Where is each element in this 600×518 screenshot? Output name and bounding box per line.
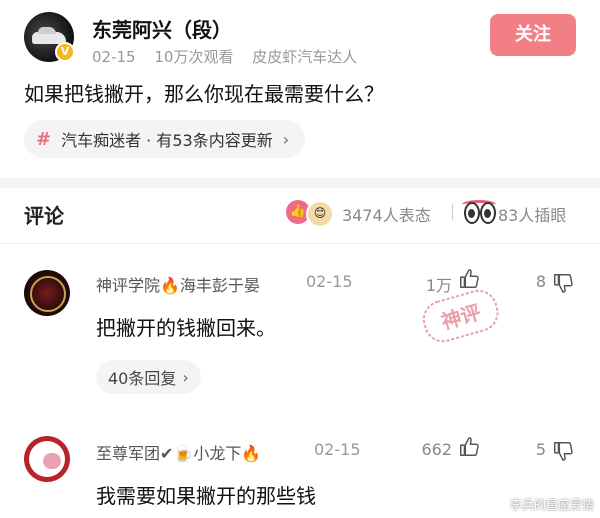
- watermark: 李兵的星座爱情: [509, 498, 594, 512]
- replies-label: 40条回复: [108, 369, 177, 388]
- dislike-count: 8: [535, 272, 546, 291]
- god-comment-stamp: 神评: [422, 289, 499, 343]
- divider: [452, 204, 453, 220]
- commenter-name[interactable]: 神评学院🔥海丰彭于晏: [96, 272, 260, 296]
- thumbs-down-icon[interactable]: [552, 440, 574, 462]
- reaction-count[interactable]: 3474人表态: [342, 202, 431, 226]
- thumbs-down-icon[interactable]: [552, 272, 574, 294]
- thumbs-up-icon[interactable]: [458, 436, 480, 458]
- author-name[interactable]: 东莞阿兴（段）: [92, 14, 232, 43]
- eyes-icon[interactable]: [462, 200, 496, 224]
- insert-count[interactable]: 83人插眼: [498, 202, 566, 226]
- verified-badge-icon: V: [55, 42, 75, 62]
- dislike-count: 5: [535, 440, 546, 459]
- comments-title: 评论: [24, 204, 64, 228]
- post-views: 10万次观看: [154, 48, 234, 66]
- section-divider: [0, 178, 600, 188]
- author-tag: 皮皮虾汽车达人: [252, 48, 358, 66]
- comment-avatar[interactable]: [24, 436, 70, 482]
- chevron-right-icon: ›: [182, 367, 189, 387]
- comment-date: 02-15: [314, 440, 361, 459]
- svg-text:神评: 神评: [438, 300, 483, 334]
- comment-text: 把撇开的钱撇回来。: [96, 316, 276, 340]
- commenter-name[interactable]: 至尊军团✔🍺小龙下🔥: [96, 440, 261, 464]
- topic-label: 汽车痴迷者 · 有53条内容更新: [61, 131, 273, 150]
- post-question: 如果把钱撇开，那么你现在最需要什么？: [24, 82, 384, 106]
- comment-date: 02-15: [306, 272, 353, 291]
- like-count: 662: [421, 440, 452, 459]
- view-replies-button[interactable]: 40条回复 ›: [96, 360, 201, 394]
- comment-avatar[interactable]: [24, 270, 70, 316]
- hashtag-icon: #: [36, 128, 52, 150]
- post-date: 02-15: [92, 48, 136, 66]
- post-meta: 02-15 10万次观看 皮皮虾汽车达人: [92, 46, 371, 67]
- topic-chip[interactable]: # 汽车痴迷者 · 有53条内容更新 ›: [24, 120, 306, 158]
- smile-reaction-icon: 😊: [306, 200, 334, 228]
- header-divider: [0, 243, 600, 244]
- chevron-right-icon: ›: [282, 129, 290, 149]
- comment-text: 我需要如果撇开的那些钱: [96, 484, 316, 508]
- reaction-icons[interactable]: 👍 😊: [286, 200, 336, 228]
- follow-button[interactable]: 关注: [490, 14, 576, 56]
